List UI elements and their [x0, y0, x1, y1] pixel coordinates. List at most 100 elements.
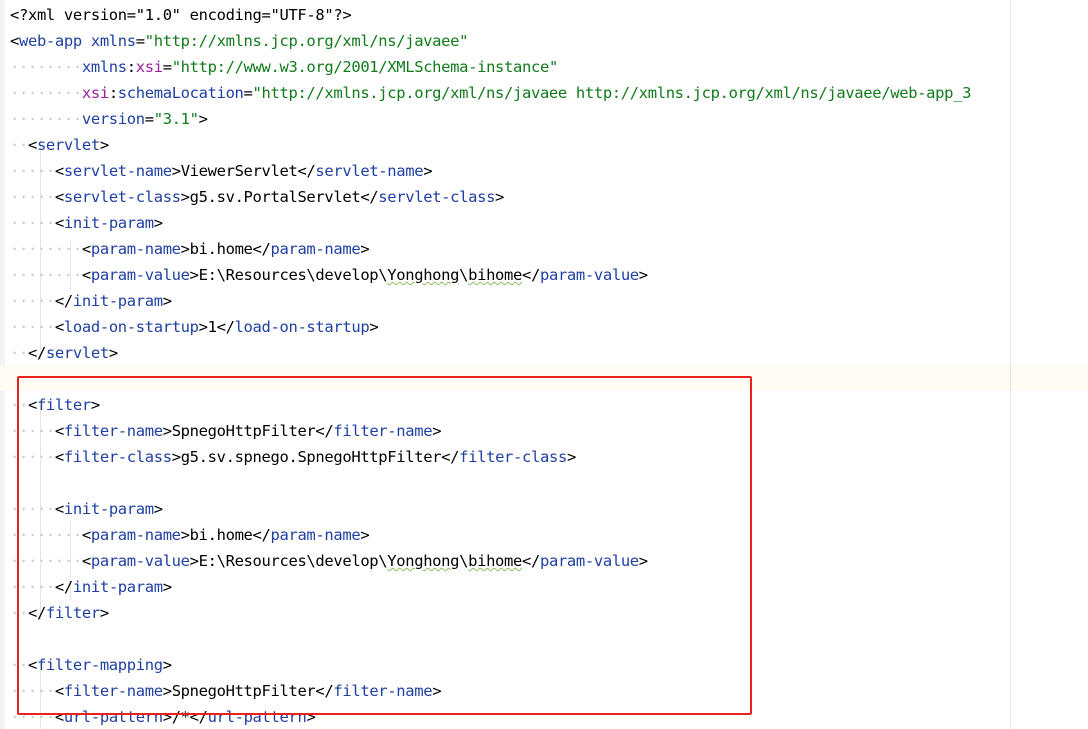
code-token-tag: param-name: [270, 240, 361, 258]
code-line[interactable]: ··<servlet>: [10, 132, 109, 158]
code-line[interactable]: ·····<load-on-startup>1</load-on-startup…: [10, 314, 379, 340]
code-line[interactable]: <?xml version="1.0" encoding="UTF-8"?>: [10, 2, 352, 28]
code-token-txt: \: [459, 266, 469, 284]
code-token-br: </: [252, 240, 271, 258]
code-token-br: =: [144, 110, 154, 128]
code-token-br: </: [297, 162, 316, 180]
code-token-typo: bihome: [468, 266, 523, 284]
code-token-attr: schemaLocation: [117, 84, 244, 102]
code-line[interactable]: ········<param-name>bi.home</param-name>: [10, 236, 370, 262]
code-token-br: >: [423, 162, 433, 180]
code-token-tag: web-app: [18, 32, 82, 50]
code-token-pi: <?xml version="1.0" encoding="UTF-8"?>: [10, 6, 352, 24]
code-token-tag: servlet: [45, 344, 109, 362]
code-token-txt: E:\Resources\develop\: [198, 266, 388, 284]
code-editor[interactable]: <?xml version="1.0" encoding="UTF-8"?> <w…: [0, 0, 1088, 729]
code-token-ind: ········: [10, 84, 82, 102]
code-token-br: <: [54, 162, 64, 180]
code-line[interactable]: ·····<init-param>: [10, 210, 163, 236]
code-token-br: <: [54, 188, 64, 206]
code-token-tag: servlet-name: [63, 162, 172, 180]
code-token-tag: load-on-startup: [234, 318, 370, 336]
code-token-br: =: [162, 58, 172, 76]
code-token-ind: ········: [10, 110, 82, 128]
code-token-attr: xmlns: [81, 58, 127, 76]
code-line[interactable]: ········xsi:schemaLocation="http://xmlns…: [10, 80, 971, 106]
code-token-br: >: [180, 240, 190, 258]
code-token-val: "http://xmlns.jcp.org/xml/ns/javaee http…: [252, 84, 972, 102]
code-token-br: >: [638, 266, 648, 284]
highlight-annotation-box: [17, 376, 752, 715]
code-token-tag: param-name: [90, 240, 181, 258]
code-line[interactable]: <web-app xmlns="http://xmlns.jcp.org/xml…: [10, 28, 468, 54]
right-margin-guide: [1010, 0, 1011, 729]
code-token-tag: servlet-class: [378, 188, 496, 206]
code-line[interactable]: ········version="3.1">: [10, 106, 208, 132]
code-token-br: >: [162, 292, 172, 310]
code-token-ind: ··: [10, 344, 28, 362]
code-token-tag: init-param: [72, 292, 163, 310]
code-token-br: </: [522, 266, 540, 284]
code-line[interactable]: ··</servlet>: [10, 340, 118, 366]
code-token-ind: ·····: [10, 292, 55, 310]
code-token-br: <: [27, 136, 37, 154]
code-token-ind: ········: [10, 266, 82, 284]
code-token-ind: ········: [10, 58, 82, 76]
code-token-br: <: [10, 32, 19, 50]
code-token-ind: ··: [10, 136, 28, 154]
code-token-ind: ·····: [10, 188, 55, 206]
code-token-tag: param-value: [539, 266, 639, 284]
code-token-typo: Yonghong: [387, 266, 460, 284]
code-token-tag: param-value: [90, 266, 190, 284]
code-token-ind: ·····: [10, 162, 55, 180]
code-token-ind: ·····: [10, 318, 55, 336]
code-token-ind: ········: [10, 240, 82, 258]
code-token-tag: init-param: [63, 214, 154, 232]
code-token-br: >: [360, 240, 370, 258]
code-token-br: >: [198, 110, 208, 128]
code-token-val: "3.1": [153, 110, 199, 128]
code-token-attr: version: [81, 110, 145, 128]
code-token-br: <: [81, 266, 91, 284]
code-token-br: >: [171, 162, 181, 180]
code-token-br: >: [189, 266, 199, 284]
code-token-txt: g5.sv.PortalServlet: [189, 188, 361, 206]
code-token-br: </: [27, 344, 46, 362]
code-token-attr: xmlns: [90, 32, 136, 50]
code-line[interactable]: ········<param-value>E:\Resources\develo…: [10, 262, 648, 288]
code-token-tag: servlet: [36, 136, 100, 154]
code-token-br: =: [135, 32, 145, 50]
code-token-br: <: [54, 214, 64, 232]
code-token-br: >: [198, 318, 208, 336]
code-token-ns: xsi: [135, 58, 163, 76]
code-token-br: :: [108, 84, 118, 102]
code-token-br: >: [108, 344, 118, 362]
code-token-br: >: [180, 188, 190, 206]
code-token-br: >: [369, 318, 379, 336]
code-token-tag: servlet-name: [315, 162, 424, 180]
code-line[interactable]: ·····</init-param>: [10, 288, 172, 314]
code-token-ind: ·····: [10, 214, 55, 232]
code-token-br: >: [495, 188, 505, 206]
code-token-txt: ViewerServlet: [180, 162, 298, 180]
code-token-br: >: [153, 214, 163, 232]
code-token-tag: load-on-startup: [63, 318, 199, 336]
code-token-br: =: [243, 84, 253, 102]
code-token-br: </: [360, 188, 379, 206]
code-line[interactable]: ·····<servlet-name>ViewerServlet</servle…: [10, 158, 433, 184]
code-token-br: </: [216, 318, 235, 336]
code-token-ns: xsi: [81, 84, 109, 102]
code-token-val: "http://www.w3.org/2001/XMLSchema-instan…: [171, 58, 559, 76]
code-token-tag: servlet-class: [63, 188, 181, 206]
code-token-txt: 1: [207, 318, 217, 336]
code-token-txt: bi.home: [189, 240, 253, 258]
code-line[interactable]: ·····<servlet-class>g5.sv.PortalServlet<…: [10, 184, 504, 210]
code-token-br: <: [54, 318, 64, 336]
code-token-br: >: [99, 136, 109, 154]
code-token-br: </: [54, 292, 73, 310]
code-line[interactable]: ········xmlns:xsi="http://www.w3.org/200…: [10, 54, 558, 80]
code-token-val: "http://xmlns.jcp.org/xml/ns/javaee": [144, 32, 469, 50]
code-token-br: <: [81, 240, 91, 258]
code-token-br: :: [126, 58, 136, 76]
